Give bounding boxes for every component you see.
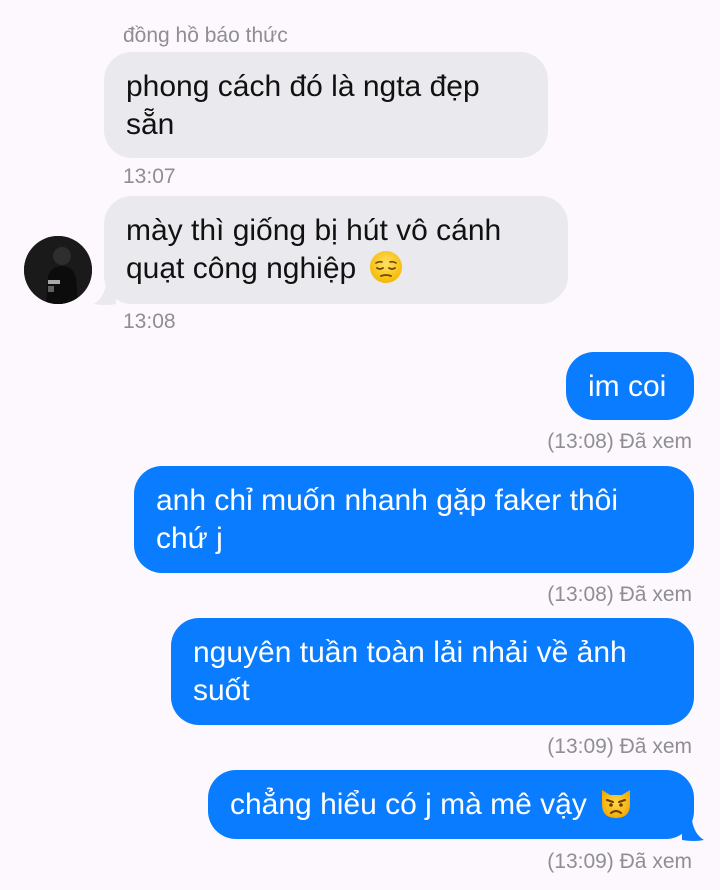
- message-read-status: (13:08) Đã xem: [547, 430, 692, 453]
- message-timestamp: 13:08: [123, 310, 176, 333]
- message-line: sẵn: [126, 108, 175, 141]
- person-silhouette-icon: [24, 236, 92, 304]
- bubble-tail-icon: [682, 820, 704, 841]
- message-line: anh chỉ muốn nhanh gặp faker thôi: [156, 484, 618, 517]
- avatar[interactable]: [24, 236, 92, 304]
- message-line-text: chẳng hiểu có j mà mê vậy: [230, 788, 587, 821]
- sender-name: đồng hồ báo thức: [123, 24, 288, 47]
- outgoing-message-bubble[interactable]: im coi: [566, 352, 694, 420]
- message-line: suốt: [193, 674, 250, 707]
- outgoing-message-bubble[interactable]: chẳng hiểu có j mà mê vậy: [208, 770, 694, 839]
- incoming-message-bubble[interactable]: phong cách đó là ngta đẹp sẵn: [104, 52, 548, 158]
- bubble-tail-icon: [94, 284, 116, 305]
- message-read-status: (13:09) Đã xem: [547, 850, 692, 873]
- message-line: phong cách đó là ngta đẹp: [126, 70, 480, 103]
- message-read-status: (13:09) Đã xem: [547, 735, 692, 758]
- message-line-text: quạt công nghiệp: [126, 252, 357, 285]
- message-timestamp: 13:07: [123, 165, 176, 188]
- message-line: im coi: [588, 370, 667, 403]
- message-line: mày thì giống bị hút vô cánh: [126, 214, 502, 247]
- outgoing-message-bubble[interactable]: anh chỉ muốn nhanh gặp faker thôi chứ j: [134, 466, 694, 573]
- message-line: chứ j: [156, 522, 223, 555]
- message-line: quạt công nghiệp: [126, 250, 546, 288]
- message-line: nguyên tuần toàn lải nhải về ảnh: [193, 636, 627, 669]
- message-read-status: (13:08) Đã xem: [547, 583, 692, 606]
- message-line: chẳng hiểu có j mà mê vậy: [230, 786, 672, 824]
- pouting-cat-emoji-icon: [602, 790, 631, 818]
- outgoing-message-bubble[interactable]: nguyên tuần toàn lải nhải về ảnh suốt: [171, 618, 694, 725]
- pensive-face-emoji-icon: [369, 251, 402, 283]
- incoming-message-bubble[interactable]: mày thì giống bị hút vô cánh quạt công n…: [104, 196, 568, 304]
